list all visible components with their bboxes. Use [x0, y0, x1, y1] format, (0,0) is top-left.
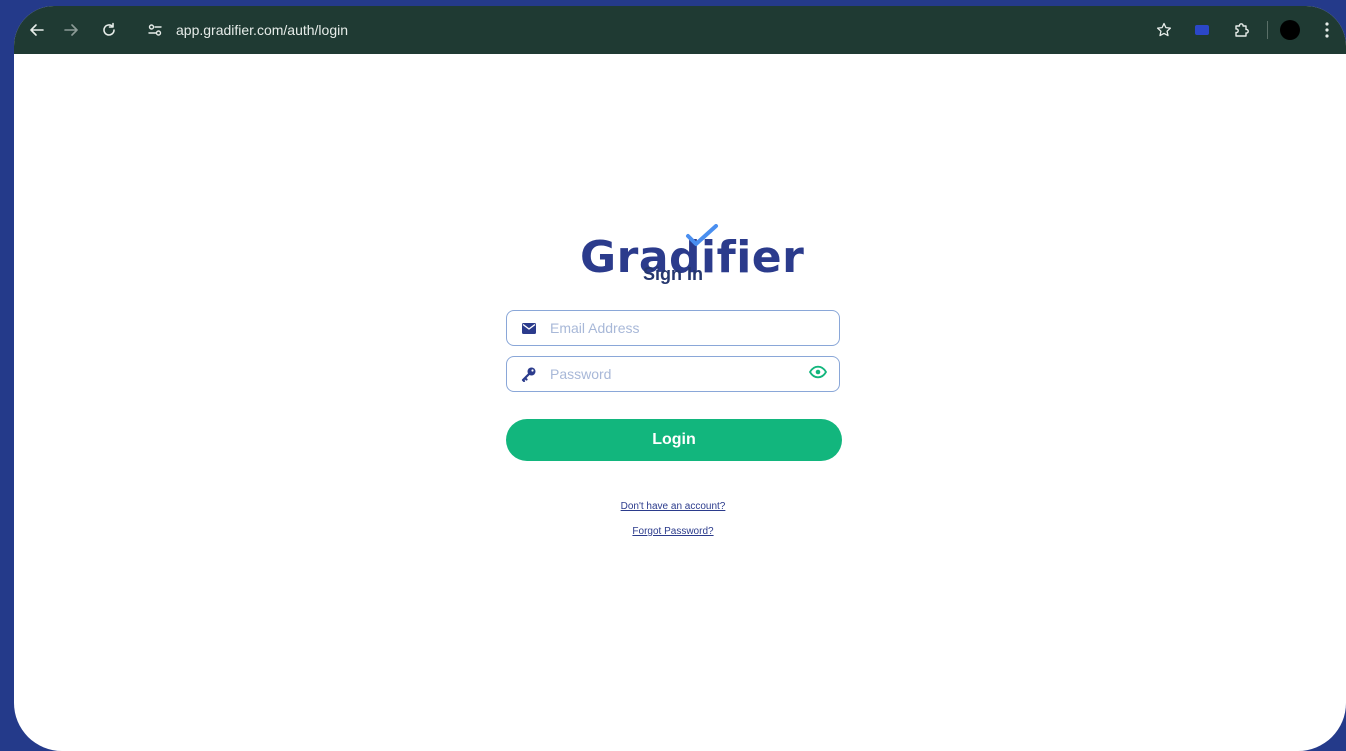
- toolbar-divider: [1267, 21, 1268, 39]
- key-icon: [520, 365, 538, 383]
- browser-toolbar: app.gradifier.com/auth/login: [14, 6, 1346, 54]
- more-vert-icon: [1325, 22, 1329, 38]
- reload-button[interactable]: [94, 15, 124, 45]
- site-info-button[interactable]: [140, 15, 170, 45]
- password-input[interactable]: [548, 365, 792, 383]
- address-bar-url[interactable]: app.gradifier.com/auth/login: [176, 22, 348, 38]
- email-input[interactable]: [548, 319, 792, 337]
- email-field[interactable]: [506, 310, 840, 346]
- password-field[interactable]: [506, 356, 840, 392]
- signup-link[interactable]: Don't have an account?: [0, 501, 1346, 512]
- browser-menu-button[interactable]: [1312, 15, 1342, 45]
- extensions-button[interactable]: [1227, 15, 1257, 45]
- login-button[interactable]: Login: [506, 419, 842, 461]
- eye-icon[interactable]: [809, 365, 827, 384]
- forward-button[interactable]: [56, 15, 86, 45]
- back-button[interactable]: [22, 15, 52, 45]
- sign-in-title: Sign In: [643, 264, 703, 284]
- browser-actions: [1149, 6, 1346, 54]
- reload-icon: [103, 22, 115, 36]
- checkmark-icon: [686, 224, 718, 246]
- profile-avatar[interactable]: [1280, 20, 1300, 40]
- login-page: Gradifier: [14, 54, 1346, 751]
- puzzle-icon: [1235, 23, 1249, 37]
- bookmark-button[interactable]: [1149, 15, 1179, 45]
- arrow-right-icon: [64, 24, 78, 36]
- extension-icon[interactable]: [1195, 25, 1209, 35]
- tune-icon: [148, 24, 162, 36]
- envelope-icon: [520, 319, 538, 337]
- arrow-left-icon: [30, 24, 44, 36]
- star-icon: [1156, 22, 1172, 37]
- forgot-password-link[interactable]: Forgot Password?: [0, 526, 1346, 537]
